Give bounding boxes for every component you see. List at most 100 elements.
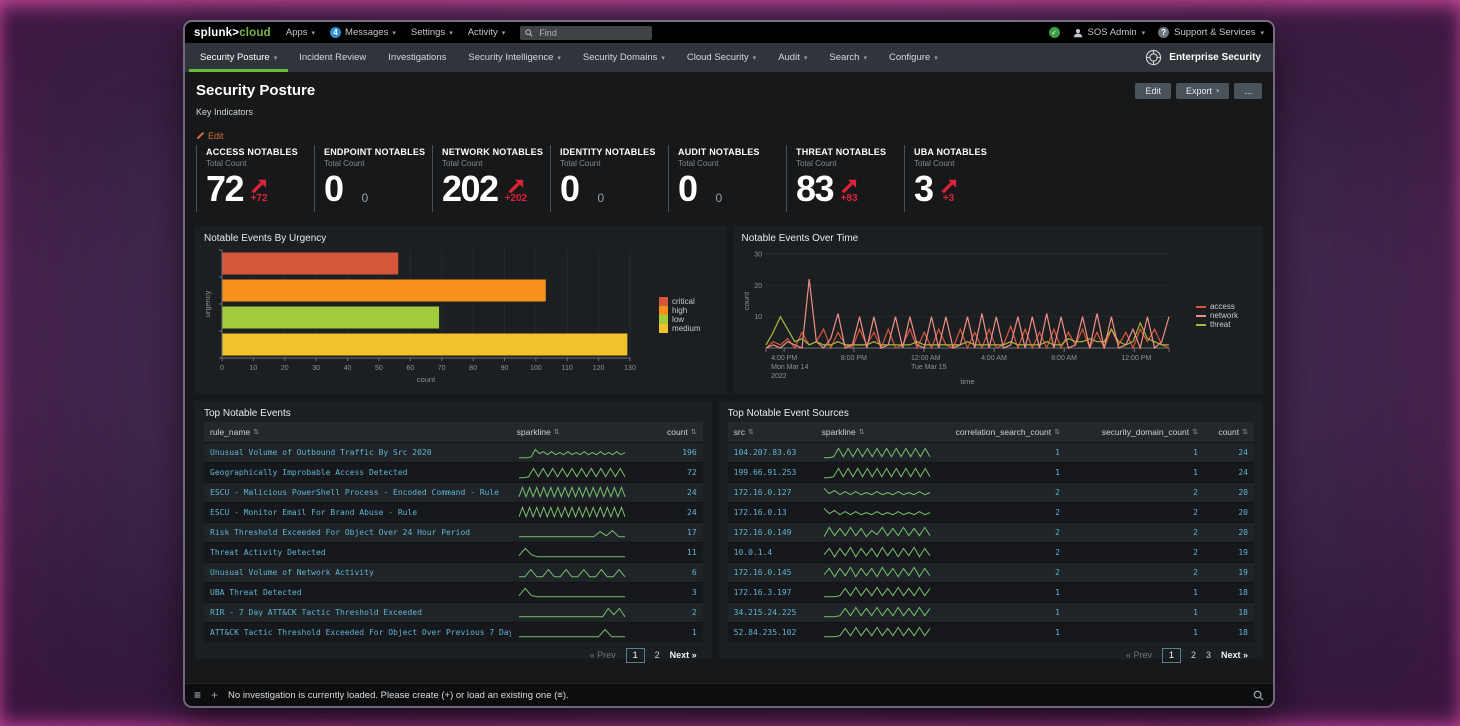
events-row-2-count[interactable]: 72 bbox=[645, 462, 703, 482]
events-page-1[interactable]: 1 bbox=[626, 648, 645, 663]
events-row-9-rule-name[interactable]: RIR - 7 Day ATT&CK Tactic Threshold Exce… bbox=[204, 602, 511, 622]
sources-next-button[interactable]: Next » bbox=[1221, 650, 1248, 660]
sources-row-4-security-domain-count[interactable]: 2 bbox=[1066, 502, 1204, 522]
events-row-9-count[interactable]: 2 bbox=[645, 602, 703, 622]
sources-row-8-count[interactable]: 18 bbox=[1204, 582, 1254, 602]
bar-critical[interactable] bbox=[223, 252, 399, 274]
bar-medium[interactable] bbox=[223, 333, 628, 355]
legend-item-network[interactable]: network bbox=[1196, 311, 1238, 320]
events-row-6-count[interactable]: 11 bbox=[645, 542, 703, 562]
investigation-search[interactable] bbox=[1253, 690, 1264, 701]
sources-row-8-security-domain-count[interactable]: 1 bbox=[1066, 582, 1204, 602]
events-row-2-rule-name[interactable]: Geographically Improbable Access Detecte… bbox=[204, 462, 511, 482]
kpi-uba-notables[interactable]: UBA NOTABLESTotal Count3+3 bbox=[904, 145, 1022, 212]
sources-row-9-src[interactable]: 34.215.24.225 bbox=[728, 602, 816, 622]
kpi-network-notables[interactable]: NETWORK NOTABLESTotal Count202+202 bbox=[432, 145, 550, 212]
nav-item-investigations[interactable]: Investigations bbox=[377, 43, 457, 72]
sources-row-3-src[interactable]: 172.16.0.127 bbox=[728, 482, 816, 502]
nav-item-search[interactable]: Search▾ bbox=[818, 43, 878, 72]
kpi-endpoint-notables[interactable]: ENDPOINT NOTABLESTotal Count00 bbox=[314, 145, 432, 212]
sources-row-6-src[interactable]: 10.0.1.4 bbox=[728, 542, 816, 562]
bar-high[interactable] bbox=[223, 279, 546, 301]
events-row-10-count[interactable]: 1 bbox=[645, 622, 703, 642]
sources-row-3-correlation-search-count[interactable]: 2 bbox=[950, 482, 1066, 502]
splunk-cloud-logo[interactable]: splunk>cloud bbox=[194, 27, 271, 39]
sources-row-4-count[interactable]: 20 bbox=[1204, 502, 1254, 522]
kpi-identity-notables[interactable]: IDENTITY NOTABLESTotal Count00 bbox=[550, 145, 668, 212]
find-search-box[interactable] bbox=[520, 26, 652, 40]
menu-apps[interactable]: Apps▾ bbox=[286, 27, 315, 38]
column-header-count[interactable]: count⇅ bbox=[645, 422, 703, 442]
nav-item-audit[interactable]: Audit▾ bbox=[767, 43, 818, 72]
legend-item-medium[interactable]: medium bbox=[659, 324, 700, 333]
sources-page-2[interactable]: 2 bbox=[1191, 650, 1196, 660]
sources-row-7-security-domain-count[interactable]: 2 bbox=[1066, 562, 1204, 582]
events-row-1-count[interactable]: 196 bbox=[645, 442, 703, 462]
column-header-sparkline[interactable]: sparkline⇅ bbox=[816, 422, 950, 442]
events-row-8-rule-name[interactable]: UBA Threat Detected bbox=[204, 582, 511, 602]
nav-item-configure[interactable]: Configure▾ bbox=[878, 43, 949, 72]
nav-item-incident-review[interactable]: Incident Review bbox=[288, 43, 377, 72]
sources-page-1[interactable]: 1 bbox=[1162, 648, 1181, 663]
sources-row-7-src[interactable]: 172.16.0.145 bbox=[728, 562, 816, 582]
events-row-3-count[interactable]: 24 bbox=[645, 482, 703, 502]
events-page-2[interactable]: 2 bbox=[655, 650, 660, 660]
column-header-correlation-search-count[interactable]: correlation_search_count⇅ bbox=[950, 422, 1066, 442]
sources-row-7-correlation-search-count[interactable]: 2 bbox=[950, 562, 1066, 582]
sources-row-4-src[interactable]: 172.16.0.13 bbox=[728, 502, 816, 522]
column-header-count[interactable]: count⇅ bbox=[1204, 422, 1254, 442]
column-header-sparkline[interactable]: sparkline⇅ bbox=[511, 422, 645, 442]
menu-activity[interactable]: Activity▾ bbox=[468, 27, 506, 38]
events-row-3-rule-name[interactable]: ESCU - Malicious PowerShell Process - En… bbox=[204, 482, 511, 502]
status-ok-icon[interactable]: ✓ bbox=[1049, 27, 1060, 38]
user-menu[interactable]: SOS Admin ▾ bbox=[1073, 27, 1146, 38]
column-header-security-domain-count[interactable]: security_domain_count⇅ bbox=[1066, 422, 1204, 442]
sources-page-3[interactable]: 3 bbox=[1206, 650, 1211, 660]
legend-item-threat[interactable]: threat bbox=[1196, 320, 1238, 329]
sources-row-5-security-domain-count[interactable]: 2 bbox=[1066, 522, 1204, 542]
sources-row-6-security-domain-count[interactable]: 2 bbox=[1066, 542, 1204, 562]
events-prev-button[interactable]: « Prev bbox=[590, 650, 616, 660]
nav-item-security-intelligence[interactable]: Security Intelligence▾ bbox=[457, 43, 572, 72]
sources-row-9-correlation-search-count[interactable]: 1 bbox=[950, 602, 1066, 622]
more-button[interactable]: ... bbox=[1234, 83, 1262, 99]
add-investigation-icon[interactable]: + bbox=[211, 689, 218, 701]
events-next-button[interactable]: Next » bbox=[670, 650, 697, 660]
events-row-5-rule-name[interactable]: Risk Threshold Exceeded For Object Over … bbox=[204, 522, 511, 542]
enterprise-security-brand[interactable]: Enterprise Security bbox=[1145, 43, 1269, 72]
events-row-6-rule-name[interactable]: Threat Activity Detected bbox=[204, 542, 511, 562]
bar-low[interactable] bbox=[223, 306, 440, 328]
events-row-1-rule-name[interactable]: Unusual Volume of Outbound Traffic By Sr… bbox=[204, 442, 511, 462]
sources-row-2-src[interactable]: 199.66.91.253 bbox=[728, 462, 816, 482]
menu-settings[interactable]: Settings▾ bbox=[411, 27, 453, 38]
sources-row-10-correlation-search-count[interactable]: 1 bbox=[950, 622, 1066, 642]
edit-button[interactable]: Edit bbox=[1135, 83, 1171, 99]
sources-row-5-src[interactable]: 172.16.0.149 bbox=[728, 522, 816, 542]
sources-row-1-count[interactable]: 24 bbox=[1204, 442, 1254, 462]
events-row-10-rule-name[interactable]: ATT&CK Tactic Threshold Exceeded For Obj… bbox=[204, 622, 511, 642]
sources-row-3-security-domain-count[interactable]: 2 bbox=[1066, 482, 1204, 502]
sources-row-8-correlation-search-count[interactable]: 1 bbox=[950, 582, 1066, 602]
support-menu[interactable]: ? Support & Services ▾ bbox=[1158, 27, 1264, 38]
key-indicators-edit-link[interactable]: Edit bbox=[196, 131, 224, 141]
sources-row-9-security-domain-count[interactable]: 1 bbox=[1066, 602, 1204, 622]
sources-row-2-security-domain-count[interactable]: 1 bbox=[1066, 462, 1204, 482]
legend-item-high[interactable]: high bbox=[659, 306, 700, 315]
kpi-access-notables[interactable]: ACCESS NOTABLESTotal Count72+72 bbox=[196, 145, 314, 212]
menu-messages[interactable]: 4Messages▾ bbox=[330, 27, 396, 38]
sources-row-10-security-domain-count[interactable]: 1 bbox=[1066, 622, 1204, 642]
sources-row-4-correlation-search-count[interactable]: 2 bbox=[950, 502, 1066, 522]
events-row-7-count[interactable]: 6 bbox=[645, 562, 703, 582]
sources-row-1-correlation-search-count[interactable]: 1 bbox=[950, 442, 1066, 462]
column-header-src[interactable]: src⇅ bbox=[728, 422, 816, 442]
find-input[interactable] bbox=[537, 27, 641, 39]
kpi-threat-notables[interactable]: THREAT NOTABLESTotal Count83+83 bbox=[786, 145, 904, 212]
export-button[interactable]: Export▾ bbox=[1176, 83, 1230, 99]
sources-row-5-count[interactable]: 20 bbox=[1204, 522, 1254, 542]
sources-row-1-security-domain-count[interactable]: 1 bbox=[1066, 442, 1204, 462]
sources-row-3-count[interactable]: 20 bbox=[1204, 482, 1254, 502]
investigation-list-icon[interactable]: ≡ bbox=[194, 689, 201, 701]
sources-row-6-correlation-search-count[interactable]: 2 bbox=[950, 542, 1066, 562]
events-row-8-count[interactable]: 3 bbox=[645, 582, 703, 602]
nav-item-security-domains[interactable]: Security Domains▾ bbox=[572, 43, 676, 72]
